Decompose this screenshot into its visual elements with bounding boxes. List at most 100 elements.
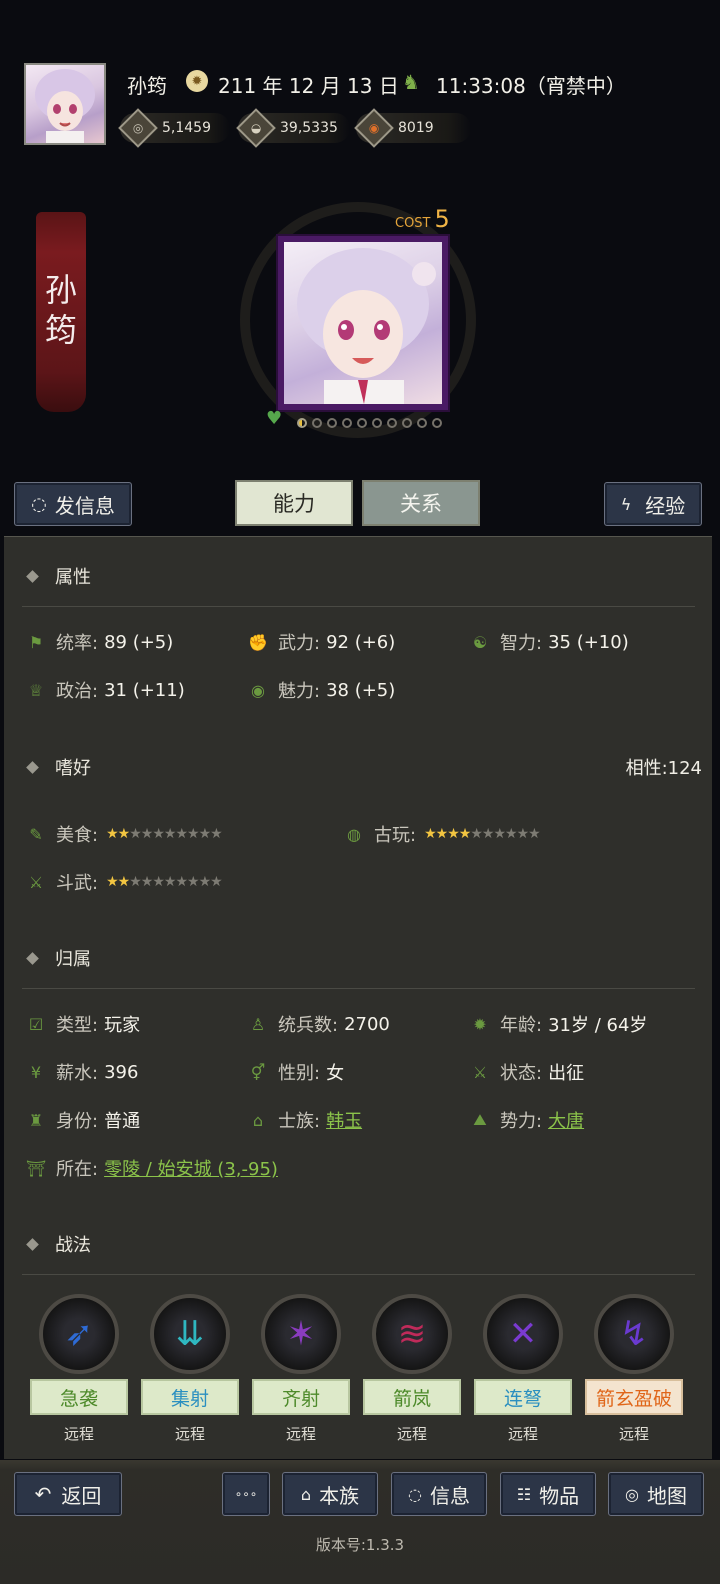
stat-charm: ◉ 魅力: 38 (+5) bbox=[248, 677, 395, 703]
tactic-icon[interactable]: ≋ bbox=[372, 1294, 452, 1374]
info-age: ✹ 年龄: 31岁 / 64岁 bbox=[470, 1011, 647, 1037]
back-button[interactable]: ↶ 返回 bbox=[14, 1472, 122, 1516]
map-button[interactable]: ◎ 地图 bbox=[608, 1472, 704, 1516]
back-label: 返回 bbox=[61, 1483, 102, 1508]
resource-silver: ◎ 5,1459 bbox=[118, 108, 230, 148]
tactic-glyph-icon: ✕ bbox=[508, 1314, 538, 1354]
age-icon: ✹ bbox=[473, 1014, 487, 1034]
experience-label: 经验 bbox=[645, 493, 686, 518]
flag-icon: ⚑ bbox=[28, 632, 44, 652]
divider bbox=[22, 1274, 695, 1275]
section-belonging: 归属 bbox=[26, 945, 91, 971]
tab-ability[interactable]: 能力 bbox=[235, 480, 353, 526]
calendar-icon: ✹ bbox=[186, 70, 208, 92]
attributes-title: 属性 bbox=[55, 567, 91, 588]
send-message-label: 发信息 bbox=[54, 493, 115, 518]
affinity-value: 相性:124 bbox=[625, 758, 702, 779]
tactic-glyph-icon: ≋ bbox=[397, 1314, 427, 1354]
character-portrait[interactable] bbox=[278, 236, 448, 410]
player-name: 孙筠 bbox=[127, 74, 167, 98]
items-label: 物品 bbox=[539, 1483, 580, 1508]
hobby-antique: ◍ 古玩: ★★★★★★★★★★ bbox=[344, 821, 541, 847]
person-icon: ♜ bbox=[28, 1110, 44, 1130]
back-arrow-icon: ↶ bbox=[34, 1482, 52, 1506]
tab-ability-label: 能力 bbox=[273, 492, 315, 516]
banner-name-1: 孙 bbox=[44, 271, 77, 309]
hobby-food: ✎ 美食: ★★★★★★★★★★ bbox=[26, 821, 222, 847]
tactic-name[interactable]: 集射 bbox=[141, 1379, 239, 1415]
chat-icon: ◌ bbox=[31, 493, 47, 515]
tactic-type: 远程 bbox=[507, 1425, 538, 1443]
resource-silver-value: 5,1459 bbox=[162, 120, 211, 136]
tactic-name[interactable]: 急袭 bbox=[30, 1379, 128, 1415]
game-date: 211 年 12 月 13 日 bbox=[218, 74, 399, 98]
tactic-type: 远程 bbox=[174, 1425, 205, 1443]
tactic-type: 远程 bbox=[618, 1425, 649, 1443]
mountain-icon: ⛰ bbox=[473, 1110, 487, 1129]
tactic-name[interactable]: 箭玄盈破 bbox=[585, 1379, 683, 1415]
gender-icon: ⚥ bbox=[250, 1062, 266, 1082]
grain-icon: ◒ bbox=[236, 108, 276, 148]
food-icon: ✎ bbox=[29, 824, 43, 844]
tactic-glyph-icon: ➶ bbox=[64, 1314, 94, 1354]
info-salary: ¥ 薪水: 396 bbox=[26, 1059, 139, 1085]
resource-grain-value: 39,5335 bbox=[280, 120, 338, 136]
tab-relation-label: 关系 bbox=[400, 492, 442, 516]
name-banner: 孙 筠 bbox=[36, 212, 86, 412]
clan-icon: ⌂ bbox=[252, 1110, 264, 1130]
location-link[interactable]: 零陵 / 始安城 (3,-95) bbox=[104, 1155, 278, 1181]
checkbox-icon: ☑ bbox=[28, 1014, 44, 1034]
tab-relation[interactable]: 关系 bbox=[362, 480, 480, 526]
jade-disc-icon: ◍ bbox=[347, 824, 361, 844]
silver-coin-icon: ◎ bbox=[118, 108, 158, 148]
info-troops: ♙ 统兵数: 2700 bbox=[248, 1011, 390, 1037]
chat-icon: ◌ bbox=[408, 1484, 422, 1504]
stat-politics: ♕ 政治: 31 (+11) bbox=[26, 677, 185, 703]
loyalty-dots bbox=[297, 413, 447, 432]
section-attributes: 属性 bbox=[26, 563, 91, 589]
faction-link[interactable]: 大唐 bbox=[548, 1107, 584, 1133]
tactic-type: 远程 bbox=[285, 1425, 316, 1443]
tactic-type: 远程 bbox=[396, 1425, 427, 1443]
resource-gold: ◉ 8019 bbox=[354, 108, 471, 148]
map-label: 地图 bbox=[646, 1483, 687, 1508]
horse-icon: ♞ bbox=[402, 70, 420, 94]
clan-link[interactable]: 韩玉 bbox=[326, 1107, 362, 1133]
info-faction: ⛰ 势力: 大唐 bbox=[470, 1107, 584, 1133]
loyalty-heart-icon: ♥ bbox=[266, 408, 283, 429]
more-button[interactable]: ∘∘∘ bbox=[222, 1472, 270, 1516]
game-time: 11:33:08（宵禁中） bbox=[436, 74, 626, 98]
more-dots-icon: ∘∘∘ bbox=[234, 1487, 258, 1501]
clan-button[interactable]: ⌂ 本族 bbox=[282, 1472, 378, 1516]
building-icon: ⛩ bbox=[25, 1158, 47, 1178]
player-avatar[interactable] bbox=[24, 63, 106, 145]
status-icon: ⚔ bbox=[472, 1062, 488, 1082]
info-type: ☑ 类型: 玩家 bbox=[26, 1011, 140, 1037]
resource-grain: ◒ 39,5335 bbox=[236, 108, 350, 148]
hobby-stars: ★★★★★★★★★★ bbox=[106, 874, 223, 890]
tactic-name[interactable]: 齐射 bbox=[252, 1379, 350, 1415]
experience-button[interactable]: ϟ 经验 bbox=[604, 482, 702, 526]
clan-icon: ⌂ bbox=[300, 1484, 312, 1504]
tactic-name[interactable]: 箭岚 bbox=[363, 1379, 461, 1415]
tactic-icon[interactable]: ↯ bbox=[594, 1294, 674, 1374]
tactic-name[interactable]: 连弩 bbox=[474, 1379, 572, 1415]
brain-icon: ☯ bbox=[472, 632, 488, 652]
items-button[interactable]: ☷ 物品 bbox=[500, 1472, 596, 1516]
bag-icon: ☷ bbox=[516, 1484, 532, 1504]
resource-gold-value: 8019 bbox=[398, 120, 434, 136]
hobby-stars: ★★★★★★★★★★ bbox=[424, 826, 541, 842]
crossed-swords-icon: ⚔ bbox=[28, 872, 44, 892]
gold-ingot-icon: ◉ bbox=[354, 108, 394, 148]
compass-icon: ◎ bbox=[625, 1484, 639, 1504]
info-button[interactable]: ◌ 信息 bbox=[391, 1472, 487, 1516]
yen-coin-icon: ¥ bbox=[30, 1062, 42, 1082]
send-message-button[interactable]: ◌ 发信息 bbox=[14, 482, 132, 526]
stat-intelligence: ☯ 智力: 35 (+10) bbox=[470, 629, 629, 655]
info-status: ⚔ 状态: 出征 bbox=[470, 1059, 584, 1085]
tactic-icon[interactable]: ➶ bbox=[39, 1294, 119, 1374]
tactic-icon[interactable]: ✕ bbox=[483, 1294, 563, 1374]
tactic-glyph-icon: ⇊ bbox=[175, 1314, 205, 1354]
tactic-icon[interactable]: ✶ bbox=[261, 1294, 341, 1374]
tactic-icon[interactable]: ⇊ bbox=[150, 1294, 230, 1374]
